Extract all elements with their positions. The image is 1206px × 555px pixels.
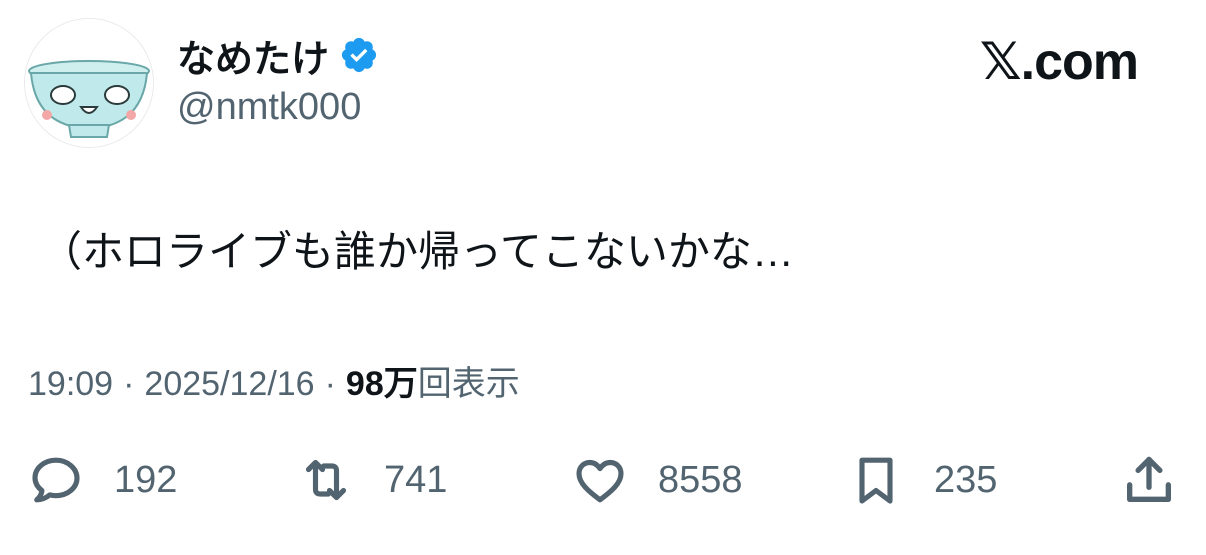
- display-name[interactable]: なめたけ: [177, 28, 329, 83]
- bookmark-count: 235: [934, 458, 998, 501]
- tweet-date[interactable]: 2025/12/16: [144, 365, 314, 404]
- bookmark-icon: [859, 457, 893, 504]
- avatar[interactable]: [24, 18, 154, 148]
- verified-badge-icon[interactable]: [339, 35, 379, 75]
- tweet-actions: 192 741 8558 235: [0, 448, 1206, 512]
- tweet-meta: 19:09 · 2025/12/16 · 98万 回表示: [28, 356, 520, 405]
- brand-label: 𝕏.com: [979, 33, 1139, 91]
- user-handle[interactable]: @nmtk000: [177, 86, 361, 129]
- x-com-logo: 𝕏.com: [979, 32, 1139, 92]
- like-button[interactable]: 8558: [572, 448, 743, 512]
- reply-bubble-icon: [32, 457, 80, 503]
- repost-icon: [305, 459, 347, 501]
- reply-button[interactable]: 192: [28, 448, 177, 512]
- bookmark-button[interactable]: 235: [848, 448, 997, 512]
- share-button[interactable]: [1120, 448, 1178, 512]
- author-name-row: なめたけ: [177, 28, 379, 83]
- repost-count: 741: [384, 458, 448, 501]
- like-count: 8558: [658, 458, 743, 501]
- share-icon: [1127, 456, 1171, 502]
- reply-count: 192: [114, 458, 178, 501]
- heart-icon: [576, 459, 624, 503]
- meta-separator: ·: [324, 365, 336, 403]
- tweet-text: （ホロライブも誰か帰ってこないかな…: [40, 228, 794, 275]
- avatar-bowl-image: [25, 19, 153, 147]
- view-count: 98万: [345, 365, 418, 403]
- meta-separator: ·: [123, 365, 135, 403]
- view-count-label: 回表示: [417, 365, 520, 403]
- tweet-time[interactable]: 19:09: [28, 365, 113, 404]
- repost-button[interactable]: 741: [298, 448, 447, 512]
